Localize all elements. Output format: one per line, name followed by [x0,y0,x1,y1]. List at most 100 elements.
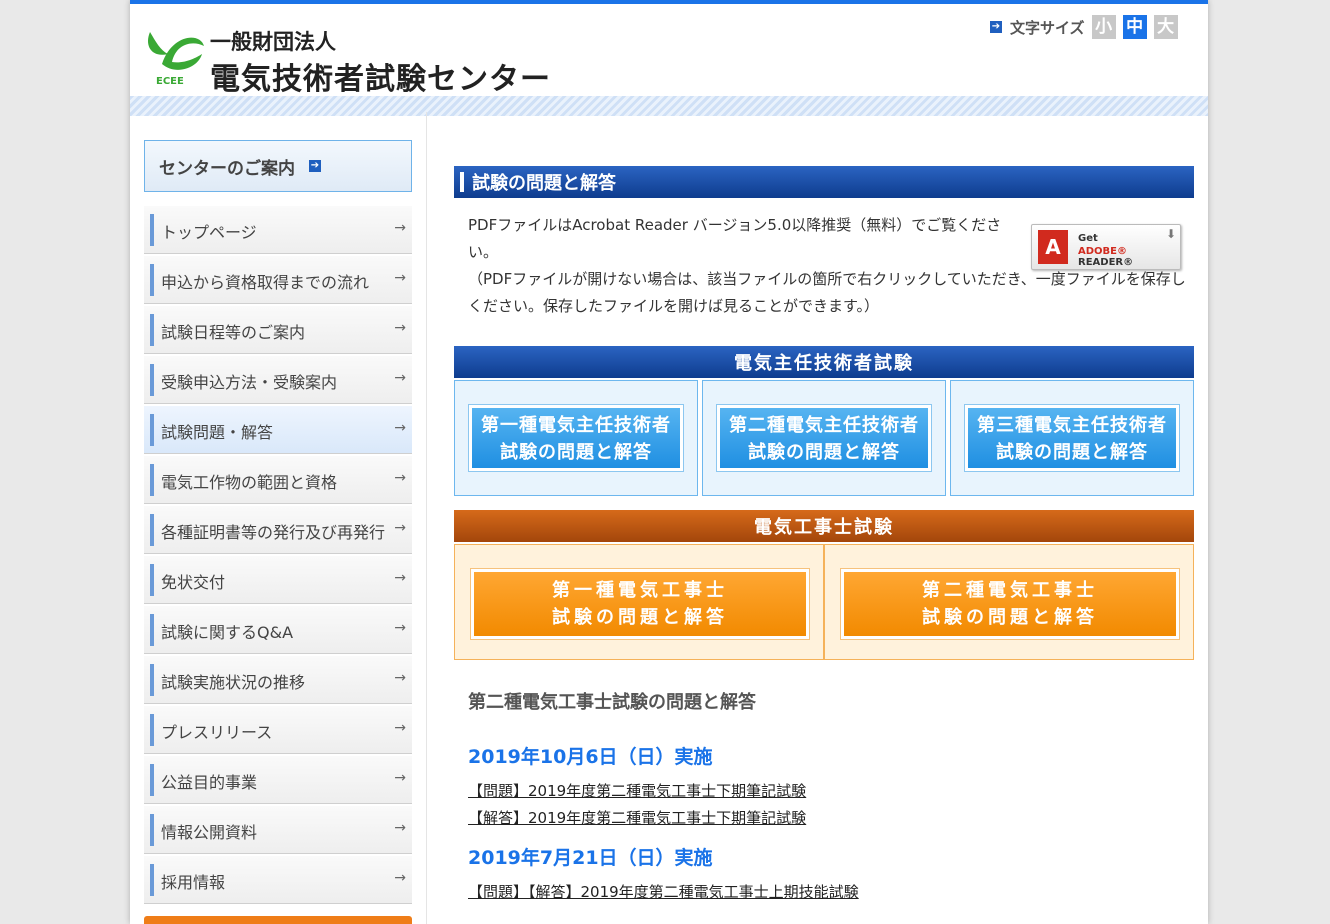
chief-tile-3: 第三種電気主任技術者 試験の問題と解答 [950,380,1194,496]
site-header: ECEE 一般財団法人 電気技術者試験センター ➔ 文字サイズ 小 中 大 [130,0,1208,116]
sidebar-item-label: 電気工作物の範囲と資格 [161,473,338,492]
sidebar-item-label: 免状交付 [161,573,226,592]
chevron-right-icon: → [394,220,406,236]
chevron-right-icon: → [394,570,406,586]
chevron-right-icon: → [394,620,406,636]
button-line1: 第二種電気工事士 [922,580,1098,601]
chevron-right-icon: → [394,470,406,486]
chevron-right-icon: → [394,670,406,686]
sidebar-item-scope[interactable]: 電気工作物の範囲と資格 → [144,456,412,504]
nav-bar [150,564,154,596]
ecee-logo[interactable]: ECEE [142,24,212,88]
sidebar-item-label: プレスリリース [161,723,273,742]
sidebar-item-flow[interactable]: 申込から資格取得までの流れ → [144,256,412,304]
sidebar-item-label: 試験実施状況の推移 [161,673,306,692]
get-adobe-reader-button[interactable]: A Get ADOBE® READER® ⬇ [1031,224,1181,270]
sidebar-item-label: 情報公開資料 [161,823,258,842]
nav-bar [150,264,154,296]
sidebar-item-certificates[interactable]: 各種証明書等の発行及び再発行 → [144,506,412,554]
chevron-right-icon: → [394,820,406,836]
sidebar-item-label: トップページ [161,223,257,242]
sidebar-heading-label: センターのご案内 [159,158,295,179]
electrician-2nd-button[interactable]: 第二種電気工事士 試験の問題と解答 [841,569,1179,639]
button-line2: 試験の問題と解答 [996,442,1148,463]
section-title-text: 試験の問題と解答 [472,173,616,194]
exam-doc-link[interactable]: 【解答】2019年度第二種電気工事士下期筆記試験 [468,807,806,828]
sidebar-orange-banner[interactable] [144,916,412,924]
page: ECEE 一般財団法人 電気技術者試験センター ➔ 文字サイズ 小 中 大 セン… [130,0,1208,924]
sidebar-item-press[interactable]: プレスリリース → [144,706,412,754]
button-line1: 第二種電気主任技術者 [729,415,919,436]
pdf-note-line1: PDFファイルはAcrobat Reader バージョン5.0以降推奨（無料）で… [468,216,1002,261]
sidebar-item-recruit[interactable]: 採用情報 → [144,856,412,904]
sidebar-item-license[interactable]: 免状交付 → [144,556,412,604]
sidebar-item-label: 受験申込方法・受験案内 [161,373,338,392]
arrow-right-icon: ➔ [309,160,321,172]
sidebar-item-application[interactable]: 受験申込方法・受験案内 → [144,356,412,404]
logo-letters: ECEE [156,76,184,87]
sidebar-item-label: 公益目的事業 [161,773,258,792]
chief-2nd-button[interactable]: 第二種電気主任技術者 試験の問題と解答 [717,405,931,471]
font-size-small-button[interactable]: 小 [1091,15,1116,39]
font-size-large-button[interactable]: 大 [1153,15,1178,39]
chief-3rd-button[interactable]: 第三種電気主任技術者 試験の問題と解答 [965,405,1179,471]
sidebar-item-statistics[interactable]: 試験実施状況の推移 → [144,656,412,704]
nav-bar [150,364,154,396]
nav-bar [150,864,154,896]
nav-bar [150,214,154,246]
nav-bar [150,664,154,696]
chief-tile-1: 第一種電気主任技術者 試験の問題と解答 [454,380,698,496]
chevron-right-icon: → [394,520,406,536]
sidebar-item-exam-answers[interactable]: 試験問題・解答 → [144,406,412,454]
header-stripe [130,96,1208,116]
electrician-band: 電気工事士試験 [454,510,1194,542]
sidebar-item-disclosure[interactable]: 情報公開資料 → [144,806,412,854]
adobe-reader-label: ADOBE® READER® [1078,246,1180,268]
nav-bar [150,614,154,646]
chief-tile-2: 第二種電気主任技術者 試験の問題と解答 [702,380,946,496]
sidebar-item-label: 試験日程等のご案内 [161,323,306,342]
sidebar-item-schedule[interactable]: 試験日程等のご案内 → [144,306,412,354]
download-icon: ⬇ [1165,227,1176,241]
chief-1st-button[interactable]: 第一種電気主任技術者 試験の問題と解答 [469,405,683,471]
chevron-right-icon: → [394,370,406,386]
adobe-get-label: Get [1078,233,1098,244]
nav-bar [150,714,154,746]
org-type: 一般財団法人 [210,30,336,54]
sidebar-item-label: 申込から資格取得までの流れ [161,273,370,292]
exam-doc-link[interactable]: 【問題】2019年度第二種電気工事士下期筆記試験 [468,780,806,801]
button-line2: 試験の問題と解答 [552,607,728,628]
chief-engineer-band: 電気主任技術者試験 [454,346,1194,378]
exam-date-heading: 2019年10月6日（日）実施 [468,746,713,768]
chevron-right-icon: → [394,720,406,736]
nav-bar [150,314,154,346]
chevron-right-icon: → [394,420,406,436]
button-line2: 試験の問題と解答 [500,442,652,463]
button-line1: 第三種電気主任技術者 [977,415,1167,436]
sidebar-item-qa[interactable]: 試験に関するQ&A → [144,606,412,654]
title-bar [460,172,464,192]
chevron-right-icon: → [394,320,406,336]
electrician-tile-2: 第二種電気工事士 試験の問題と解答 [824,544,1194,660]
sidebar-item-label: 試験問題・解答 [161,423,274,442]
font-size-label: 文字サイズ [1010,18,1085,37]
chevron-right-icon: → [394,270,406,286]
nav-bar [150,464,154,496]
font-size-medium-button[interactable]: 中 [1122,15,1147,39]
exam-date-heading: 2019年7月21日（日）実施 [468,847,713,869]
sidebar-item-label: 試験に関するQ&A [161,623,294,642]
org-name: 電気技術者試験センター [210,62,551,97]
pdf-icon: A [1038,230,1068,264]
electrician-tile-1: 第一種電気工事士 試験の問題と解答 [454,544,824,660]
button-line1: 第一種電気工事士 [552,580,728,601]
exam-doc-link[interactable]: 【問題】【解答】2019年度第二種電気工事士上期技能試験 [468,881,859,902]
nav-bar [150,764,154,796]
sidebar-item-public-service[interactable]: 公益目的事業 → [144,756,412,804]
sidebar-item-top[interactable]: トップページ → [144,206,412,254]
subsection-title: 第二種電気工事士試験の問題と解答 [468,692,756,713]
chevron-right-icon: → [394,770,406,786]
button-line2: 試験の問題と解答 [922,607,1098,628]
electrician-1st-button[interactable]: 第一種電気工事士 試験の問題と解答 [471,569,809,639]
sidebar-heading[interactable]: センターのご案内 ➔ [144,140,412,192]
sidebar-nav: トップページ → 申込から資格取得までの流れ → 試験日程等のご案内 → 受験申込方法… [144,206,412,906]
